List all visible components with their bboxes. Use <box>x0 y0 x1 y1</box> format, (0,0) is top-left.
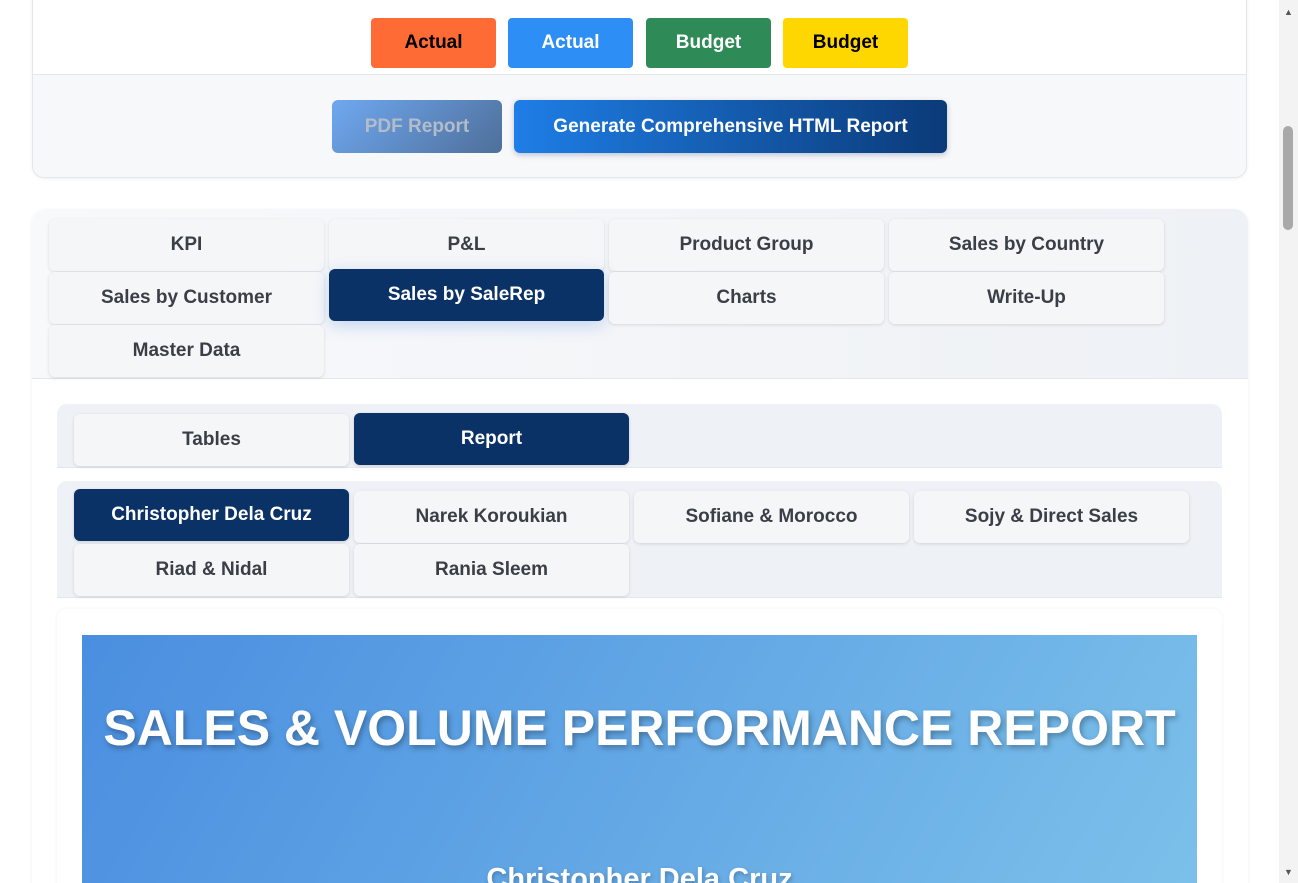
tab-rep-sojy-direct-sales[interactable]: Sojy & Direct Sales <box>914 491 1189 543</box>
tab-product-group[interactable]: Product Group <box>609 219 884 271</box>
salesrep-tab-bar: Christopher Dela Cruz Narek Koroukian So… <box>57 481 1222 598</box>
view-tab-bar: Tables Report <box>57 404 1222 468</box>
generate-html-report-button[interactable]: Generate Comprehensive HTML Report <box>514 100 947 153</box>
legend-budget-green[interactable]: Budget <box>646 18 771 68</box>
main-tab-bar: KPI P&L Product Group Sales by Country S… <box>32 209 1248 379</box>
legend-budget-yellow[interactable]: Budget <box>783 18 908 68</box>
report-title: SALES & VOLUME PERFORMANCE REPORT <box>103 700 1176 756</box>
main-content-card: KPI P&L Product Group Sales by Country S… <box>32 209 1248 883</box>
tab-sales-by-country[interactable]: Sales by Country <box>889 219 1164 271</box>
scroll-up-icon[interactable]: ▲ <box>1279 2 1298 22</box>
scroll-down-icon[interactable]: ▼ <box>1279 862 1298 882</box>
report-header-banner: SALES & VOLUME PERFORMANCE REPORT Christ… <box>82 635 1197 883</box>
legend-actual-orange[interactable]: Actual <box>371 18 496 68</box>
tab-rep-narek-koroukian[interactable]: Narek Koroukian <box>354 491 629 543</box>
report-options-panel: Actual Actual Budget Budget PDF Report G… <box>32 0 1247 178</box>
tab-rep-riad-nidal[interactable]: Riad & Nidal <box>74 544 349 596</box>
report-actions: PDF Report Generate Comprehensive HTML R… <box>33 74 1246 177</box>
report-container: SALES & VOLUME PERFORMANCE REPORT Christ… <box>57 609 1222 883</box>
tab-write-up[interactable]: Write-Up <box>889 272 1164 324</box>
tab-report[interactable]: Report <box>354 413 629 465</box>
scroll-thumb[interactable] <box>1283 126 1293 230</box>
tab-rep-christopher-dela-cruz[interactable]: Christopher Dela Cruz <box>74 489 349 541</box>
tab-charts[interactable]: Charts <box>609 272 884 324</box>
tab-master-data[interactable]: Master Data <box>49 325 324 377</box>
tab-sales-by-salerep[interactable]: Sales by SaleRep <box>329 269 604 321</box>
tab-sales-by-customer[interactable]: Sales by Customer <box>49 272 324 324</box>
legend-actual-blue[interactable]: Actual <box>508 18 633 68</box>
tab-kpi[interactable]: KPI <box>49 219 324 271</box>
tab-pl[interactable]: P&L <box>329 219 604 271</box>
pdf-report-button[interactable]: PDF Report <box>332 100 502 153</box>
tab-tables[interactable]: Tables <box>74 414 349 466</box>
report-subtitle: Christopher Dela Cruz <box>486 863 793 883</box>
tab-rep-rania-sleem[interactable]: Rania Sleem <box>354 544 629 596</box>
tab-rep-sofiane-morocco[interactable]: Sofiane & Morocco <box>634 491 909 543</box>
page-scrollbar[interactable]: ▲ ▼ <box>1279 0 1298 883</box>
